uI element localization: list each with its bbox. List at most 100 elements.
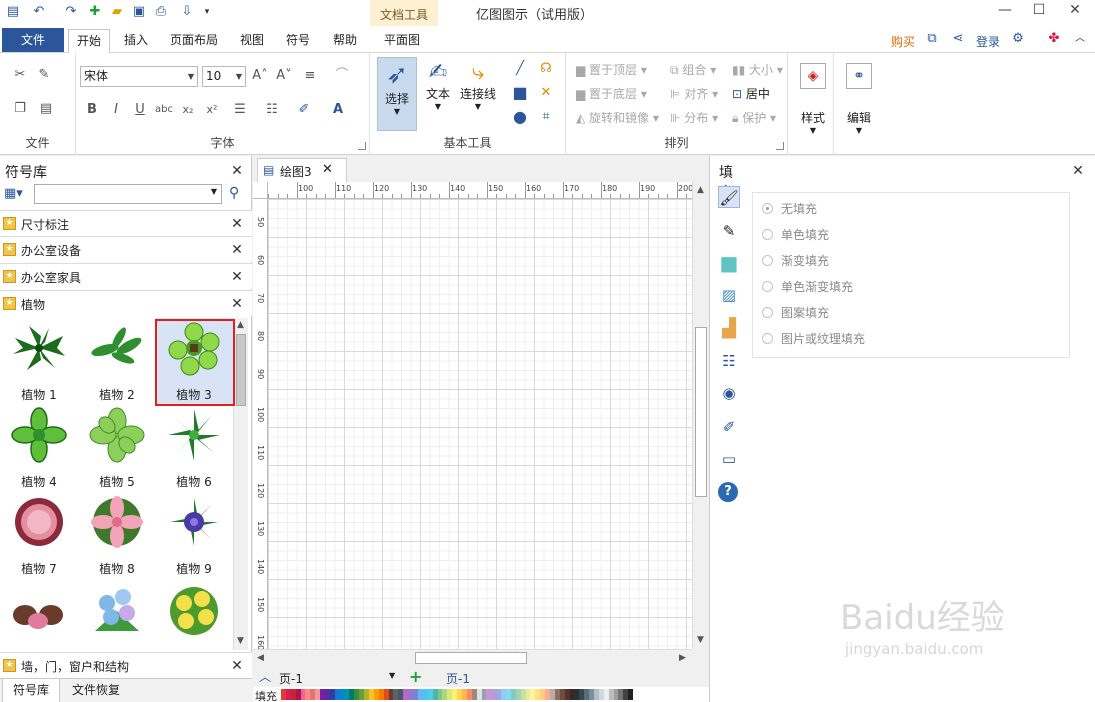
arc-shape-icon[interactable]: ☊ bbox=[536, 59, 556, 79]
tab-file-recovery[interactable]: 文件恢复 bbox=[62, 679, 130, 702]
shape-plant-1[interactable]: 植物 1 bbox=[0, 318, 78, 405]
scrollbar-thumb[interactable] bbox=[695, 327, 707, 497]
line-spacing-icon[interactable]: ☰ bbox=[230, 100, 250, 120]
share-icon[interactable]: ⋖ bbox=[950, 31, 966, 47]
italic-icon[interactable]: I bbox=[106, 100, 126, 120]
library-scrollbar[interactable]: ▲ ▼ bbox=[233, 318, 248, 650]
close-icon[interactable]: ✕ bbox=[230, 242, 244, 258]
color-swatch[interactable] bbox=[628, 689, 634, 700]
app-logo-icon[interactable]: ▤ bbox=[4, 3, 22, 21]
category-dimension[interactable]: ★ 尺寸标注 ✕ bbox=[0, 210, 252, 236]
add-page-icon[interactable]: + bbox=[409, 667, 422, 686]
line-icon[interactable]: ✎ bbox=[718, 220, 740, 242]
shape-plant-12[interactable] bbox=[155, 579, 233, 649]
shape-plant-5[interactable]: 植物 5 bbox=[78, 405, 156, 492]
shape-plant-10[interactable] bbox=[0, 579, 78, 649]
qa-dropdown-icon[interactable]: ▾ bbox=[198, 3, 216, 21]
open-icon[interactable]: ▰ bbox=[108, 3, 126, 21]
theme-icon[interactable]: ✤ bbox=[1046, 31, 1062, 47]
tab-insert[interactable]: 插入 bbox=[116, 29, 156, 53]
close-icon[interactable]: ✕ bbox=[1071, 163, 1085, 179]
protect-button[interactable]: 🔒︎ 保护 ▾ bbox=[732, 108, 776, 128]
center-button[interactable]: ⊡ 居中 bbox=[732, 84, 770, 104]
category-office-equipment[interactable]: ★ 办公室设备 ✕ bbox=[0, 236, 252, 262]
style-button[interactable]: ◈ 样式 ▼ bbox=[796, 59, 830, 143]
collapse-ribbon-icon[interactable]: ︿ bbox=[1072, 31, 1088, 47]
shape-plant-8[interactable]: 植物 8 bbox=[78, 492, 156, 579]
fill-option-solid[interactable]: 单色填充 bbox=[762, 225, 829, 245]
category-walls-doors-windows[interactable]: ★ 墙，门，窗户和结构 ✕ bbox=[0, 652, 252, 678]
scroll-down-icon[interactable]: ▼ bbox=[697, 635, 704, 645]
tab-help[interactable]: 帮助 bbox=[325, 29, 365, 53]
export-icon[interactable]: ⇩ bbox=[178, 3, 196, 21]
dialog-launcher-icon[interactable] bbox=[776, 142, 784, 150]
bold-icon[interactable]: B bbox=[82, 100, 102, 120]
group-button[interactable]: ⧉ 组合 ▾ bbox=[670, 60, 716, 80]
rectangle-shape-icon[interactable]: ■ bbox=[510, 83, 530, 103]
tab-symbol[interactable]: 符号 bbox=[280, 29, 316, 53]
cross-point-icon[interactable]: ✕ bbox=[536, 83, 556, 103]
tab-floorplan[interactable]: 平面图 bbox=[376, 29, 428, 53]
category-office-furniture[interactable]: ★ 办公室家具 ✕ bbox=[0, 263, 252, 289]
document-tab[interactable]: ▤ 绘图3 ✕ bbox=[257, 158, 347, 182]
cut-icon[interactable]: ✂ bbox=[10, 65, 30, 85]
align-text-icon[interactable]: ≡ bbox=[300, 66, 320, 86]
connector-tool-button[interactable]: ⤷ 连接线 ▼ bbox=[458, 57, 498, 131]
attachment-icon[interactable]: ✐ bbox=[718, 416, 740, 438]
close-icon[interactable]: ✕ bbox=[230, 296, 244, 312]
redo-icon[interactable]: ↷ bbox=[62, 3, 80, 21]
page-selector[interactable]: 页-1 bbox=[279, 670, 303, 687]
superscript-icon[interactable]: x² bbox=[202, 100, 222, 120]
shape-plant-4[interactable]: 植物 4 bbox=[0, 405, 78, 492]
edit-button[interactable]: ⚭ 编辑 ▼ bbox=[842, 59, 876, 143]
shape-plant-7[interactable]: 植物 7 bbox=[0, 492, 78, 579]
fill-icon[interactable]: 🖌︎ bbox=[718, 186, 740, 208]
save-icon[interactable]: ▣ bbox=[130, 3, 148, 21]
rotate-mirror-button[interactable]: ◭ 旋转和镜像 ▾ bbox=[576, 108, 659, 128]
scroll-up-icon[interactable]: ▲ bbox=[237, 320, 244, 330]
dialog-launcher-icon[interactable] bbox=[358, 142, 366, 150]
scrollbar-thumb[interactable] bbox=[236, 334, 246, 406]
hyperlink-icon[interactable]: ◉ bbox=[718, 382, 740, 404]
shrink-font-icon[interactable]: A˅ bbox=[274, 66, 294, 86]
shape-plant-9[interactable]: 植物 9 bbox=[155, 492, 233, 579]
font-color-icon[interactable]: A bbox=[328, 100, 348, 120]
crop-icon[interactable]: ⌗ bbox=[536, 107, 556, 127]
new-icon[interactable]: ✚ bbox=[86, 3, 104, 21]
underline-icon[interactable]: U bbox=[130, 100, 150, 120]
fill-option-gradient[interactable]: 渐变填充 bbox=[762, 251, 829, 271]
fill-option-pattern[interactable]: 图案填充 bbox=[762, 303, 829, 323]
print-icon[interactable]: ⎙ bbox=[152, 3, 170, 21]
grow-font-icon[interactable]: A˄ bbox=[250, 66, 270, 86]
scroll-up-icon[interactable]: ▲ bbox=[697, 185, 704, 195]
text-tool-button[interactable]: ✍ 文本 ▼ bbox=[420, 57, 456, 131]
library-menu-icon[interactable]: ▦▾ bbox=[4, 186, 23, 201]
undo-icon[interactable]: ↶ bbox=[30, 3, 48, 21]
search-input[interactable]: ▼ bbox=[34, 184, 222, 204]
search-icon[interactable]: ⚲ bbox=[229, 185, 239, 201]
close-icon[interactable]: ✕ bbox=[230, 163, 244, 179]
chevron-down-icon[interactable]: ▼ bbox=[389, 671, 395, 680]
tab-page-layout[interactable]: 页面布局 bbox=[166, 29, 222, 53]
font-name-select[interactable]: 宋体 ▼ bbox=[80, 66, 198, 87]
layer-icon[interactable]: ▟ bbox=[718, 318, 740, 340]
paste-icon[interactable]: ▤ bbox=[36, 99, 56, 119]
scroll-right-icon[interactable]: ▶ bbox=[679, 653, 686, 663]
page-tab[interactable]: 页-1 bbox=[446, 670, 470, 687]
share-screen-icon[interactable]: ⧉ bbox=[924, 31, 940, 47]
subscript-icon[interactable]: x₂ bbox=[178, 100, 198, 120]
bring-to-front-button[interactable]: ▆ 置于顶层 ▾ bbox=[576, 60, 647, 80]
close-icon[interactable]: ✕ bbox=[230, 216, 244, 232]
settings-icon[interactable]: ⚙ bbox=[1010, 31, 1026, 47]
close-icon[interactable]: ✕ bbox=[322, 162, 333, 177]
tab-start[interactable]: 开始 bbox=[68, 29, 110, 54]
maximize-button[interactable]: ☐ bbox=[1022, 0, 1056, 22]
ellipse-shape-icon[interactable]: ● bbox=[510, 107, 530, 127]
canvas-vertical-scrollbar[interactable]: ▲ ▼ bbox=[692, 182, 709, 649]
close-window-button[interactable]: ✕ bbox=[1058, 0, 1092, 22]
category-plants[interactable]: ★ 植物 ✕ bbox=[0, 290, 252, 316]
scroll-left-icon[interactable]: ◀ bbox=[257, 653, 264, 663]
close-icon[interactable]: ✕ bbox=[230, 269, 244, 285]
align-button[interactable]: ⊫ 对齐 ▾ bbox=[670, 84, 718, 104]
tab-file[interactable]: 文件 bbox=[2, 28, 64, 52]
